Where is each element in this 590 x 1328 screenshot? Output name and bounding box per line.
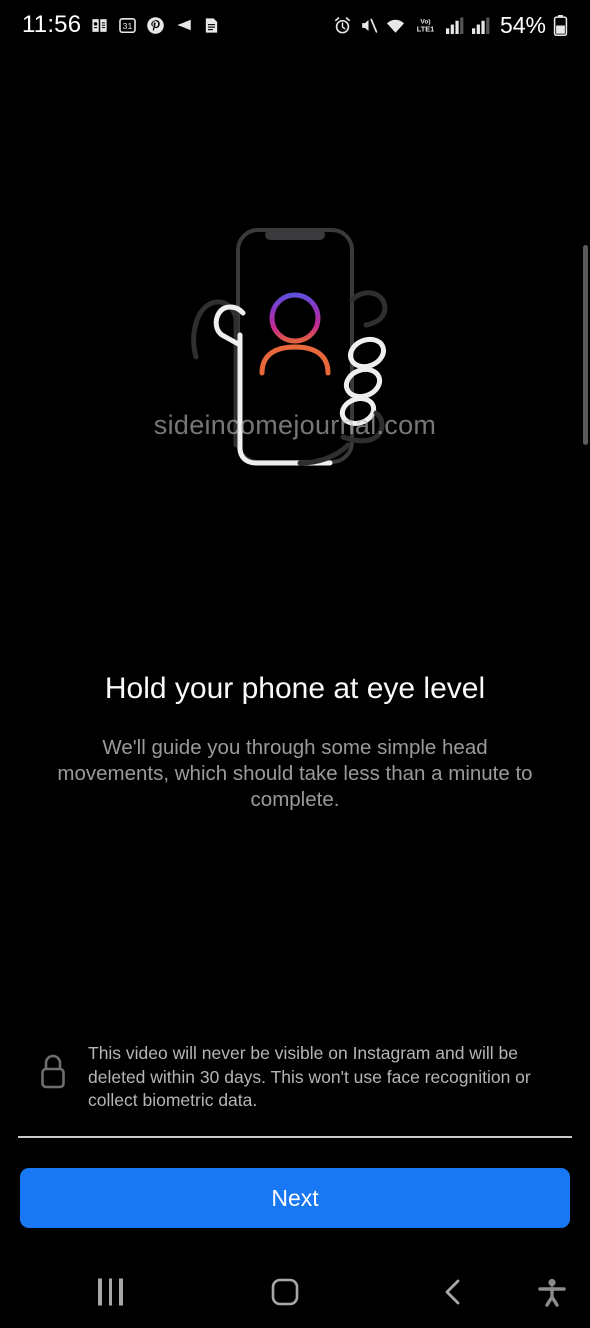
play-arrow-icon [174, 16, 194, 34]
accessibility-icon[interactable] [535, 1275, 569, 1309]
home-icon[interactable] [270, 1277, 300, 1307]
document-icon [203, 16, 220, 35]
wifi-icon [385, 17, 406, 34]
page-subtitle: We'll guide you through some simple head… [57, 736, 533, 811]
dictionary-icon [90, 16, 109, 35]
hand-thumb-shape [191, 299, 333, 466]
mute-icon [359, 16, 378, 35]
signal-bars-icon [445, 16, 464, 34]
page-title: Hold your phone at eye level [104, 672, 486, 705]
avatar-person-shape [259, 292, 331, 376]
svg-text:LTE1: LTE1 [417, 25, 434, 34]
lock-icon [38, 1052, 68, 1095]
pinterest-icon [146, 16, 165, 35]
svg-text:31: 31 [123, 21, 133, 31]
alarm-icon [333, 16, 352, 35]
battery-percent-label: 54% [499, 11, 546, 38]
volte-lte-icon: Vo) LTE1 [413, 15, 438, 35]
privacy-notice: This video will never be visible on Inst… [38, 1042, 552, 1113]
footer-divider [18, 1136, 572, 1138]
status-bar-right: Vo) LTE1 54% [333, 12, 568, 39]
status-bar: 11:56 31 Vo) LTE1 54% [0, 0, 590, 50]
next-button[interactable]: Next [20, 1168, 570, 1228]
recents-icon[interactable] [98, 1278, 123, 1306]
signal-bars-secondary-icon [471, 16, 490, 34]
status-bar-left: 11:56 31 [22, 11, 220, 39]
status-bar-clock: 11:56 [22, 11, 82, 38]
hold-phone-illustration [0, 205, 590, 505]
phone-screen: 11:56 31 Vo) LTE1 54% sideincomejournal.… [0, 0, 590, 1328]
battery-icon [553, 14, 568, 36]
android-navigation-bar [0, 1256, 590, 1328]
calendar-icon: 31 [118, 16, 137, 35]
back-icon[interactable] [440, 1277, 466, 1307]
privacy-notice-text: This video will never be visible on Inst… [88, 1043, 531, 1110]
